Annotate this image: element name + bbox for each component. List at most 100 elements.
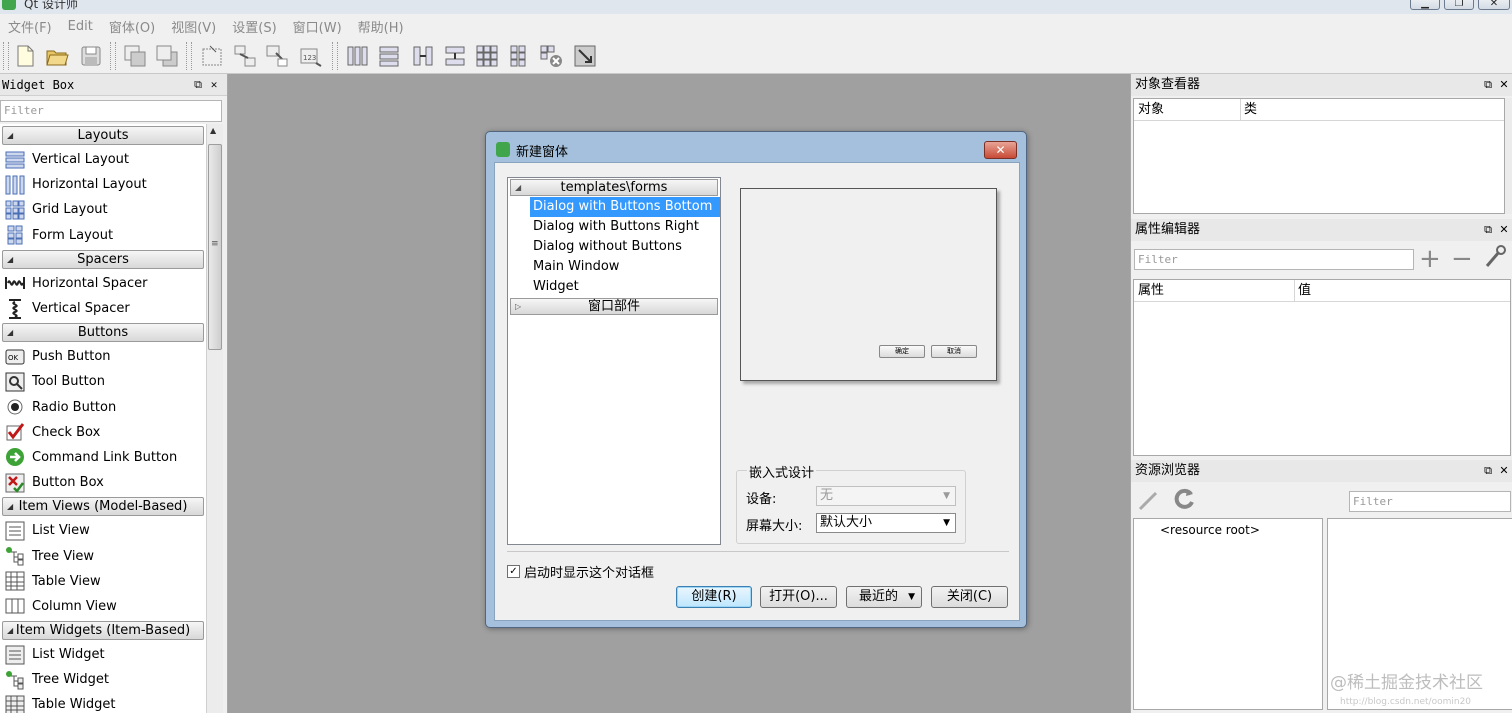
widget-item-column-view[interactable]: Column View	[0, 594, 206, 619]
show-on-startup-checkbox[interactable]: ✓	[507, 565, 520, 578]
dialog-close-button[interactable]: ✕	[984, 141, 1017, 159]
property-table[interactable]: 属性 值	[1133, 279, 1511, 456]
widget-item-horizontal-layout[interactable]: Horizontal Layout	[0, 172, 206, 197]
menu-form[interactable]: 窗体(O)	[101, 17, 163, 36]
collapsed-arrow-icon[interactable]: ▷	[515, 299, 521, 314]
layout-horizontal-icon[interactable]	[344, 43, 370, 69]
expanded-arrow-icon[interactable]: ◢	[7, 127, 13, 144]
expanded-arrow-icon[interactable]: ◢	[7, 498, 13, 515]
create-button[interactable]: 创建(R)	[676, 586, 752, 608]
layout-form-icon[interactable]	[506, 43, 532, 69]
widget-item-list-widget[interactable]: List Widget	[0, 642, 206, 667]
show-on-startup-label[interactable]: 启动时显示这个对话框	[524, 562, 654, 581]
float-dock-icon[interactable]: ⧉	[1481, 219, 1495, 241]
widget-item-check-box[interactable]: Check Box	[0, 420, 206, 445]
close-button[interactable]: 关闭(C)	[931, 586, 1008, 608]
widget-box-filter-input[interactable]: Filter	[0, 100, 222, 122]
remove-property-icon[interactable]: −	[1451, 244, 1473, 274]
menu-file[interactable]: 文件(F)	[0, 17, 60, 36]
break-layout-icon[interactable]	[538, 43, 564, 69]
widget-item-list-view[interactable]: List View	[0, 518, 206, 543]
property-filter-input[interactable]: Filter	[1134, 249, 1414, 270]
widget-item-command-link-button[interactable]: Command Link Button	[0, 445, 206, 470]
widget-item-table-widget[interactable]: Table Widget	[0, 692, 206, 713]
template-item-dialog-without-buttons[interactable]: Dialog without Buttons	[530, 237, 720, 257]
recent-button[interactable]: 最近的 ▼	[846, 586, 922, 608]
widget-item-table-view[interactable]: Table View	[0, 569, 206, 594]
widget-item-button-box[interactable]: Button Box	[0, 470, 206, 495]
toolbar-handle[interactable]	[3, 42, 9, 70]
template-item-dialog-with-buttons-right[interactable]: Dialog with Buttons Right	[530, 217, 720, 237]
menu-edit[interactable]: Edit	[60, 19, 101, 34]
widget-category-spacers[interactable]: ◢ Spacers	[2, 249, 204, 269]
template-category-forms[interactable]: ◢ templates\forms	[510, 179, 718, 196]
new-file-icon[interactable]	[12, 43, 38, 69]
widget-category-buttons[interactable]: ◢ Buttons	[2, 323, 204, 343]
close-dock-icon[interactable]: ✕	[1497, 460, 1511, 482]
edit-widgets-icon[interactable]	[200, 43, 226, 69]
widget-item-vertical-layout[interactable]: Vertical Layout	[0, 147, 206, 172]
layout-v-splitter-icon[interactable]	[442, 43, 468, 69]
layout-h-splitter-icon[interactable]	[410, 43, 436, 69]
edit-signals-icon[interactable]	[232, 43, 258, 69]
float-dock-icon[interactable]: ⧉	[1481, 74, 1495, 96]
template-item-widget[interactable]: Widget	[530, 277, 720, 297]
widget-item-vertical-spacer[interactable]: Vertical Spacer	[0, 296, 206, 321]
open-button[interactable]: 打开(O)...	[760, 586, 837, 608]
widget-category-item-widgets-item-based[interactable]: ◢ Item Widgets (Item-Based)	[2, 621, 204, 640]
widget-item-horizontal-spacer[interactable]: Horizontal Spacer	[0, 271, 206, 296]
open-folder-icon[interactable]	[44, 43, 70, 69]
expanded-arrow-icon[interactable]: ◢	[7, 622, 13, 639]
resource-filter-input[interactable]: Filter	[1349, 491, 1511, 512]
add-property-icon[interactable]: +	[1419, 244, 1441, 274]
float-dock-icon[interactable]: ⧉	[1481, 460, 1495, 482]
edit-resources-icon[interactable]	[1137, 488, 1161, 512]
widget-item-push-button[interactable]: OK Push Button	[0, 344, 206, 369]
widget-box-scrollbar[interactable]: ▲ ≡	[206, 124, 223, 713]
scroll-up-icon[interactable]: ▲	[210, 126, 216, 135]
menu-view[interactable]: 视图(V)	[163, 17, 224, 36]
edit-buddies-icon[interactable]	[264, 43, 290, 69]
resource-tree[interactable]: <resource root>	[1133, 518, 1323, 710]
float-dock-icon[interactable]: ⧉	[191, 74, 205, 96]
minimize-button[interactable]: ▁	[1410, 0, 1440, 10]
close-dock-icon[interactable]: ✕	[1497, 74, 1511, 96]
widget-item-form-layout[interactable]: Form Layout	[0, 223, 206, 248]
layout-vertical-icon[interactable]	[376, 43, 402, 69]
widget-item-tool-button[interactable]: Tool Button	[0, 369, 206, 394]
widget-item-radio-button[interactable]: Radio Button	[0, 395, 206, 420]
adjust-size-icon[interactable]	[572, 43, 598, 69]
object-inspector-tree[interactable]: 对象 类	[1133, 98, 1505, 214]
template-category-widgets[interactable]: ▷ 窗口部件	[510, 298, 718, 315]
close-window-button[interactable]: ✕	[1478, 0, 1510, 10]
widget-category-item-views-model-based[interactable]: ◢ Item Views (Model-Based)	[2, 497, 204, 517]
column-class[interactable]: 类	[1244, 99, 1257, 121]
save-icon[interactable]	[78, 43, 104, 69]
menu-settings[interactable]: 设置(S)	[224, 17, 284, 36]
widget-item-grid-layout[interactable]: Grid Layout	[0, 197, 206, 222]
resource-root-item[interactable]: <resource root>	[1160, 523, 1260, 537]
show-on-startup-row[interactable]: ✓ 启动时显示这个对话框	[507, 562, 654, 581]
template-item-main-window[interactable]: Main Window	[530, 257, 720, 277]
screen-size-select[interactable]: 默认大小 ▼	[816, 513, 956, 533]
widget-item-tree-widget[interactable]: Tree Widget	[0, 667, 206, 692]
expanded-arrow-icon[interactable]: ◢	[7, 251, 13, 268]
layout-grid-icon[interactable]	[474, 43, 500, 69]
dropdown-arrow-icon[interactable]: ▼	[943, 514, 950, 532]
close-dock-icon[interactable]: ✕	[207, 74, 221, 96]
send-to-back-icon[interactable]	[122, 43, 148, 69]
reload-icon[interactable]	[1171, 486, 1197, 512]
edit-tab-order-icon[interactable]: 123	[298, 43, 324, 69]
menu-help[interactable]: 帮助(H)	[350, 17, 412, 36]
column-value[interactable]: 值	[1298, 280, 1311, 302]
bring-to-front-icon[interactable]	[154, 43, 180, 69]
menu-window[interactable]: 窗口(W)	[285, 17, 350, 36]
widget-category-layouts[interactable]: ◢ Layouts	[2, 126, 204, 145]
template-tree[interactable]: ◢ templates\forms Dialog with Buttons Bo…	[507, 177, 721, 545]
configure-wrench-icon[interactable]	[1483, 244, 1507, 270]
column-object[interactable]: 对象	[1138, 99, 1164, 121]
expanded-arrow-icon[interactable]: ◢	[515, 180, 521, 195]
maximize-button[interactable]: ❐	[1444, 0, 1474, 10]
column-property[interactable]: 属性	[1138, 280, 1164, 302]
template-item-dialog-with-buttons-bottom[interactable]: Dialog with Buttons Bottom	[530, 197, 720, 217]
